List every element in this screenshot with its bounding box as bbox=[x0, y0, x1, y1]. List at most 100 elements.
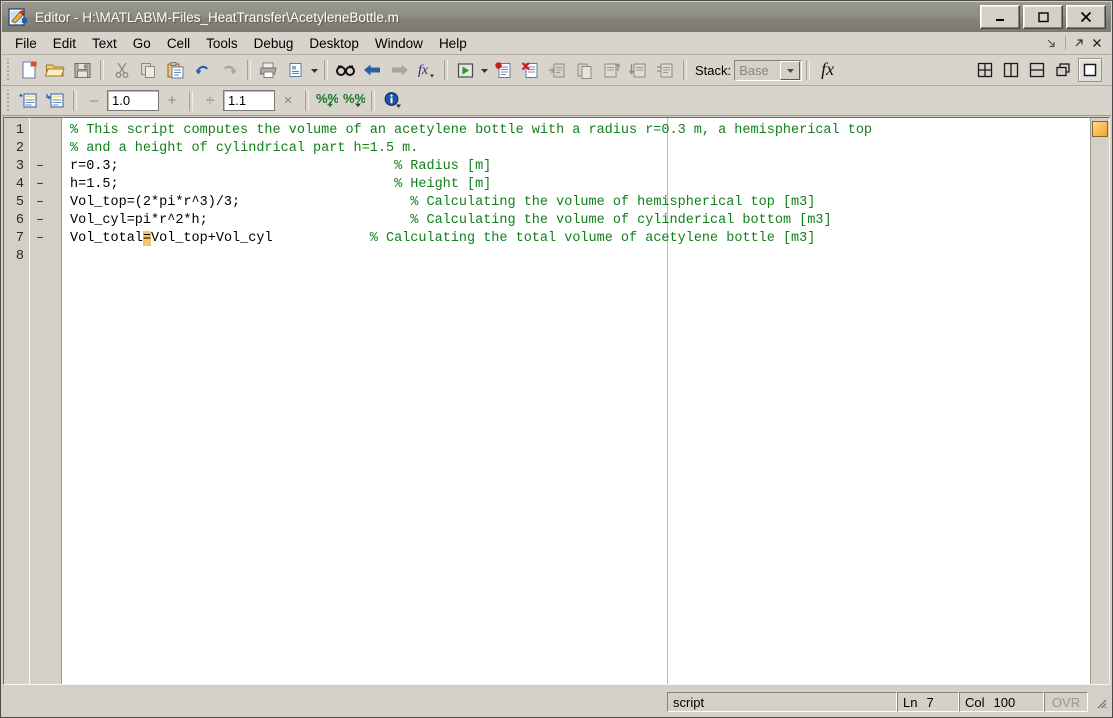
menu-cell[interactable]: Cell bbox=[159, 34, 198, 54]
split-vertical-icon[interactable] bbox=[1000, 59, 1022, 81]
function-browser-icon[interactable]: fx bbox=[413, 57, 440, 83]
eval-cell-advance-icon[interactable]: %% bbox=[313, 88, 340, 114]
undo-icon[interactable] bbox=[189, 57, 216, 83]
code-line[interactable]: r=0.3; % Radius [m] bbox=[62, 158, 1090, 176]
print-preview-icon[interactable] bbox=[282, 57, 309, 83]
code-text-area[interactable]: % This script computes the volume of an … bbox=[62, 118, 1090, 684]
code-line[interactable]: h=1.5; % Height [m] bbox=[62, 176, 1090, 194]
function-shortcut-icon[interactable]: fx bbox=[814, 57, 841, 83]
breakpoint-marker[interactable]: – bbox=[30, 212, 61, 230]
main-toolbar: fx Stack: Base fx bbox=[2, 55, 1111, 86]
menu-desktop[interactable]: Desktop bbox=[301, 34, 367, 54]
tile-layout-icon[interactable] bbox=[974, 59, 996, 81]
toolbar-grip[interactable] bbox=[5, 59, 13, 81]
menu-file[interactable]: File bbox=[7, 34, 45, 54]
maximize-pane-icon[interactable] bbox=[1078, 58, 1102, 82]
insert-cell-divider-icon[interactable] bbox=[15, 88, 42, 114]
open-file-icon[interactable] bbox=[42, 57, 69, 83]
code-editor[interactable]: 12345678 – – – – – % This script computes th… bbox=[3, 117, 1110, 685]
breakpoint-marker[interactable]: – bbox=[30, 194, 61, 212]
eval-cell-menu-icon[interactable]: %% bbox=[340, 88, 367, 114]
exit-debug-icon[interactable] bbox=[652, 57, 679, 83]
continue-icon[interactable] bbox=[625, 57, 652, 83]
paste-icon[interactable] bbox=[162, 57, 189, 83]
redo-icon[interactable] bbox=[216, 57, 243, 83]
new-file-icon[interactable] bbox=[15, 57, 42, 83]
forward-arrow-icon[interactable] bbox=[386, 57, 413, 83]
breakpoint-marker[interactable]: – bbox=[30, 176, 61, 194]
divide-button[interactable]: ÷ bbox=[197, 89, 223, 113]
find-icon[interactable] bbox=[332, 57, 359, 83]
cell-toolbar-grip[interactable] bbox=[5, 89, 13, 112]
breakpoint-marker[interactable]: – bbox=[30, 230, 61, 248]
menu-window[interactable]: Window bbox=[367, 34, 431, 54]
code-line[interactable]: Vol_cyl=pi*r^2*h; % Calculating the volu… bbox=[62, 212, 1090, 230]
back-arrow-icon[interactable] bbox=[359, 57, 386, 83]
line-label: Ln bbox=[903, 694, 918, 710]
info-icon[interactable] bbox=[379, 88, 406, 114]
code-line[interactable] bbox=[62, 248, 1090, 266]
chevron-down-icon bbox=[780, 60, 801, 80]
multiply-button[interactable]: × bbox=[275, 89, 301, 113]
col-label: Col bbox=[965, 694, 985, 710]
code-line[interactable]: Vol_top=(2*pi*r^3)/3; % Calculating the … bbox=[62, 194, 1090, 212]
fx-label: fx bbox=[821, 59, 835, 79]
increase-divisor-button[interactable]: + bbox=[159, 89, 185, 113]
menu-text[interactable]: Text bbox=[84, 34, 125, 54]
line-number: 3 bbox=[15, 159, 24, 174]
clear-breakpoints-icon[interactable] bbox=[517, 57, 544, 83]
float-window-icon[interactable] bbox=[1052, 59, 1074, 81]
step-icon[interactable] bbox=[571, 57, 598, 83]
svg-text:%%: %% bbox=[343, 91, 365, 106]
code-line[interactable]: Vol_total=Vol_top+Vol_cyl % Calculating … bbox=[62, 230, 1090, 248]
divisor-field-2[interactable]: 1.1 bbox=[223, 90, 275, 111]
step-in-icon[interactable] bbox=[544, 57, 571, 83]
maximize-button[interactable] bbox=[1023, 5, 1063, 29]
col-value: 100 bbox=[993, 694, 1016, 710]
breakpoint-marker[interactable] bbox=[30, 248, 61, 266]
overwrite-status[interactable]: OVR bbox=[1044, 692, 1088, 712]
close-icon[interactable] bbox=[1089, 35, 1105, 51]
menu-go[interactable]: Go bbox=[125, 34, 159, 54]
undock-arrow-icon[interactable] bbox=[1071, 35, 1087, 51]
divisor-field-1[interactable]: 1.0 bbox=[107, 90, 159, 111]
split-horizontal-icon[interactable] bbox=[1026, 59, 1048, 81]
menu-tools[interactable]: Tools bbox=[198, 34, 246, 54]
run-dropdown-icon[interactable] bbox=[479, 58, 490, 82]
code-comment: % Calculating the volume of cylinderical… bbox=[410, 213, 832, 228]
code-comment: % Calculating the total volume of acetyl… bbox=[369, 231, 816, 246]
line-number: 7 bbox=[15, 231, 24, 246]
code-line[interactable]: % and a height of cylindrical part h=1.5… bbox=[62, 140, 1090, 158]
print-preview-dropdown-icon[interactable] bbox=[309, 58, 320, 82]
menu-debug[interactable]: Debug bbox=[246, 34, 302, 54]
dock-arrow-icon[interactable] bbox=[1044, 35, 1060, 51]
matlab-editor-icon bbox=[8, 7, 28, 27]
mlint-indicator-bar[interactable] bbox=[1090, 118, 1109, 684]
insert-cell-divider-text-icon[interactable] bbox=[42, 88, 69, 114]
copy-icon[interactable] bbox=[135, 57, 162, 83]
cut-icon[interactable] bbox=[108, 57, 135, 83]
menu-help[interactable]: Help bbox=[431, 34, 475, 54]
run-icon[interactable] bbox=[452, 57, 479, 83]
resize-grip-icon[interactable] bbox=[1092, 694, 1108, 710]
breakpoint-marker[interactable]: – bbox=[30, 158, 61, 176]
code-token: r=0.3; bbox=[70, 159, 119, 174]
decrease-divisor-button[interactable]: – bbox=[81, 89, 107, 113]
mlint-warning-marker[interactable] bbox=[1092, 121, 1108, 137]
print-icon[interactable] bbox=[255, 57, 282, 83]
stack-dropdown[interactable]: Base bbox=[734, 59, 803, 81]
set-breakpoint-icon[interactable] bbox=[490, 57, 517, 83]
close-button[interactable] bbox=[1066, 5, 1106, 29]
save-icon[interactable] bbox=[69, 57, 96, 83]
step-out-icon[interactable] bbox=[598, 57, 625, 83]
breakpoint-gutter[interactable]: – – – – – bbox=[30, 118, 62, 684]
file-type-status: script bbox=[667, 692, 897, 712]
breakpoint-marker[interactable] bbox=[30, 122, 61, 140]
menu-edit[interactable]: Edit bbox=[45, 34, 84, 54]
stack-dropdown-value: Base bbox=[739, 62, 769, 78]
code-comment: % and a height of cylindrical part h=1.5… bbox=[70, 141, 419, 156]
code-line[interactable]: % This script computes the volume of an … bbox=[62, 122, 1090, 140]
minimize-button[interactable] bbox=[980, 5, 1020, 29]
breakpoint-marker[interactable] bbox=[30, 140, 61, 158]
